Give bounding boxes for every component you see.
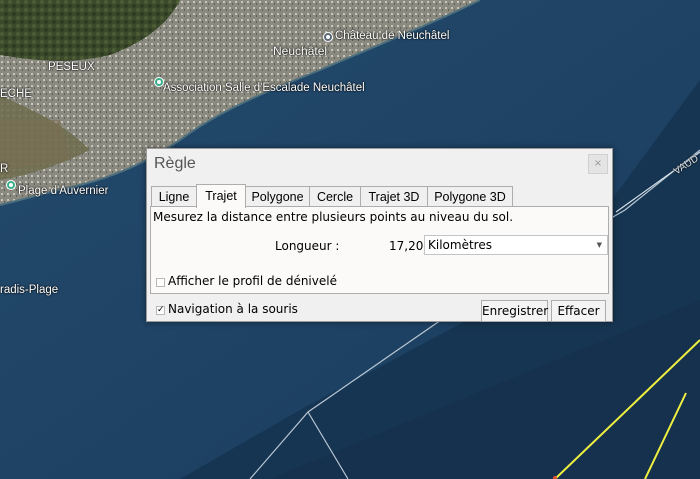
map-label-r: R [0,163,9,175]
chevron-down-icon: ▼ [596,241,602,249]
ruler-dialog: Règle × Ligne Trajet Polygone Cercle Tra… [146,148,613,322]
elevation-profile-label: Afficher le profil de dénivelé [168,274,337,288]
tab-ligne[interactable]: Ligne [151,186,197,206]
length-value: 17,20 [389,239,424,253]
map-label-chateau: Château de Neuchâtel [335,30,450,42]
map-label-peseux: PESEUX [48,61,95,73]
mouse-navigation-label: Navigation à la souris [168,302,298,316]
map-label-paradis-plage: radis-Plage [0,284,59,296]
poi-marker-icon[interactable] [323,32,333,42]
map-label-association: Association Salle d'Escalade Neuchâtel [163,82,365,94]
elevation-profile-checkbox[interactable] [156,278,165,287]
tab-trajet[interactable]: Trajet [196,184,246,208]
length-label: Longueur : [275,239,340,253]
dialog-titlebar[interactable]: Règle × [147,149,612,181]
trajet-panel: Mesurez la distance entre plusieurs poin… [150,206,609,294]
mouse-navigation-checkbox[interactable]: ✓ [156,306,165,315]
dialog-title: Règle [154,155,196,172]
clear-button[interactable]: Effacer [551,300,606,322]
panel-description: Mesurez la distance entre plusieurs poin… [153,210,514,224]
tab-cercle[interactable]: Cercle [309,186,361,206]
poi-marker-icon[interactable] [6,180,16,190]
close-icon[interactable]: × [588,154,608,174]
map-label-eche: ECHE [0,88,32,100]
tab-polygone[interactable]: Polygone [245,186,310,206]
tab-polygone-3d[interactable]: Polygone 3D [427,186,513,206]
unit-dropdown[interactable]: Kilomètres ▼ [424,235,608,255]
map-label-neuchatel: Neuchâtel [273,44,328,58]
tab-trajet-3d[interactable]: Trajet 3D [360,186,428,206]
unit-selected-value: Kilomètres [428,238,492,252]
map-label-plage-auvernier: Plage d'Auvernier [18,185,109,197]
save-button[interactable]: Enregistrer [481,300,548,322]
